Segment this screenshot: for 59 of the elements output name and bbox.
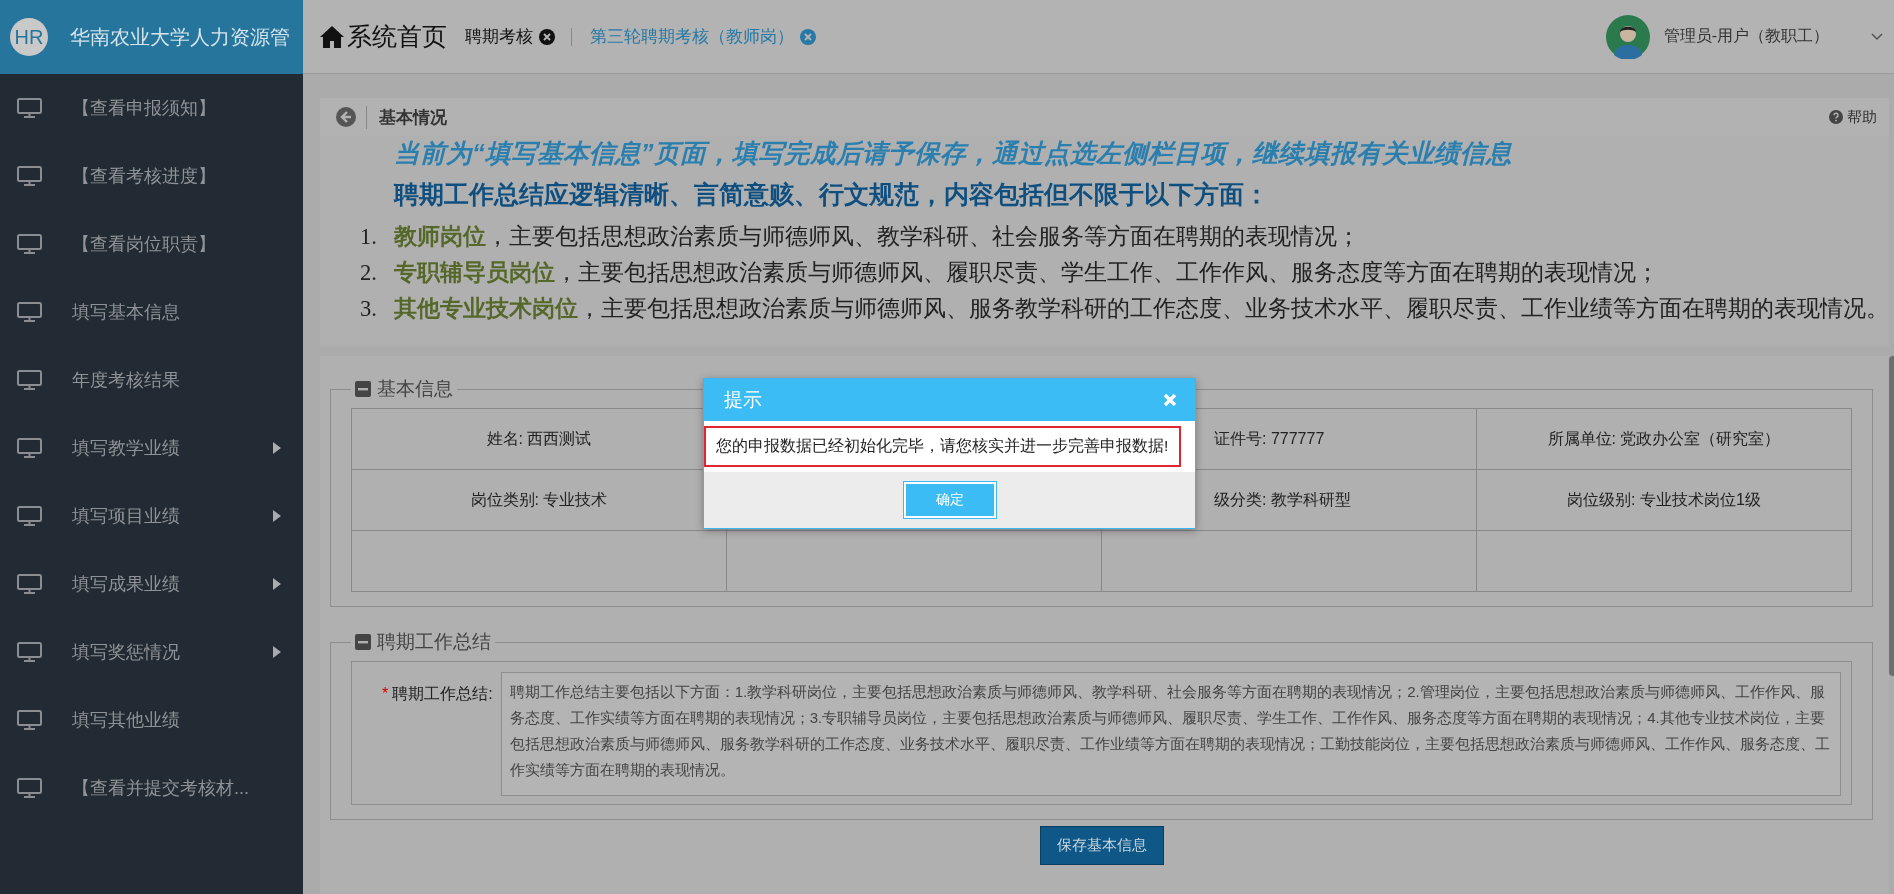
sidebar-item[interactable]: 填写奖惩情况 [0, 618, 303, 686]
caret-right-icon [273, 510, 281, 522]
sidebar-item[interactable]: 【查看申报须知】 [0, 74, 303, 142]
notice-heading: 聘期工作总结应逻辑清晰、言简意赅、行文规范，内容包括但不限于以下方面： [394, 180, 1270, 210]
required-mark: * [382, 685, 389, 702]
home-link[interactable]: 系统首页 [347, 20, 447, 53]
user-name[interactable]: 管理员-用户（教职工） [1663, 26, 1829, 47]
sidebar-item[interactable]: 填写项目业绩 [0, 482, 303, 550]
notice-item: 其他专业技术岗位，主要包括思想政治素质与师德师风、服务教学科研的工作态度、业务技术水平、履职尽责、工作业绩等方面在聘期的表现情况。 [394, 295, 1889, 323]
sidebar-item[interactable]: 填写基本信息 [0, 278, 303, 346]
sidebar-item[interactable]: 填写成果业绩 [0, 550, 303, 618]
table-cell: 岗位级别: 专业技术岗位1级 [1477, 470, 1852, 531]
list-number: 3. [360, 295, 378, 323]
notice-item: 教师岗位，主要包括思想政治素质与师德师风、教学科研、社会服务等方面在聘期的表现情况； [394, 223, 1360, 251]
section-title: 聘期工作总结 [377, 630, 491, 654]
home-icon[interactable] [319, 24, 345, 49]
monitor-icon [17, 506, 42, 526]
list-number: 2. [360, 259, 378, 287]
section-title: 基本信息 [377, 377, 453, 401]
collapse-icon[interactable] [355, 381, 371, 397]
monitor-icon [17, 710, 42, 730]
sidebar-item[interactable]: 年度考核结果 [0, 346, 303, 414]
dialog-message: 您的申报数据已经初始化完毕，请您核实并进一步完善申报数据! [704, 426, 1181, 467]
monitor-icon [17, 778, 42, 798]
app-title: 华南农业大学人力资源管 [70, 24, 290, 50]
page-title: 基本情况 [366, 105, 447, 129]
monitor-icon [17, 574, 42, 594]
field-label: * 聘期工作总结: [382, 684, 493, 704]
caret-right-icon [273, 646, 281, 658]
caret-right-icon [273, 578, 281, 590]
sidebar-item[interactable]: 【查看考核进度】 [0, 142, 303, 210]
dialog-title: 提示 [724, 388, 762, 412]
collapse-icon[interactable] [355, 634, 371, 650]
back-icon[interactable] [336, 107, 356, 127]
table-cell: 所属单位: 党政办公室（研究室） [1477, 409, 1852, 470]
close-icon[interactable] [539, 28, 555, 45]
monitor-icon [17, 166, 42, 186]
page-hint: 当前为“填写基本信息”页面，填写完成后请予保存，通过点选左侧栏目项，继续填报有关业绩信息 [394, 138, 1513, 169]
summary-field[interactable]: 聘期工作总结主要包括以下方面：1.教学科研岗位，主要包括思想政治素质与师德师风、教学科研、社会服务等方面在聘期的表现情况；2.管理岗位，主要包括思想政治素质与师德师风、工作作风、服务态度、工作实绩等方面在聘期的表现情况；3.专职辅导员岗位，主要包括思想政治素质与师德师风、履职尽责、学生工作、工作作风、服务态度等方面在聘期的表现情况；4.其他专业技术岗位，主要包括思想政治素质与师德师风、服务教学科研的工作态度、业务技术水平、履职尽责、工作业绩等方面在聘期的表现情况；工勤技能岗位，主要包括思想政治素质与师德师风、工作作风、服务态度、工作实绩等方面在聘期的表现情况。 [500, 672, 1841, 796]
notice-item: 专职辅导员岗位，主要包括思想政治素质与师德师风、履职尽责、学生工作、工作作风、服务态度等方面在聘期的表现情况； [394, 259, 1659, 287]
monitor-icon [17, 98, 42, 118]
monitor-icon [17, 302, 42, 322]
sidebar-item[interactable]: 填写其他业绩 [0, 686, 303, 754]
save-button[interactable]: 保存基本信息 [1039, 826, 1164, 865]
sidebar-item[interactable]: 【查看岗位职责】 [0, 210, 303, 278]
monitor-icon [17, 370, 42, 390]
caret-right-icon [273, 442, 281, 454]
sidebar-item[interactable]: 填写教学业绩 [0, 414, 303, 482]
help-link[interactable]: 帮助 [1847, 107, 1877, 127]
avatar-icon[interactable] [1605, 14, 1650, 59]
help-icon[interactable] [1829, 110, 1843, 124]
logo: HR [10, 18, 48, 56]
monitor-icon [17, 438, 42, 458]
monitor-icon [17, 234, 42, 254]
nav-tab[interactable]: 聘期考核 [465, 25, 555, 48]
list-number: 1. [360, 223, 378, 251]
sidebar-item[interactable]: 【查看并提交考核材... [0, 754, 303, 822]
chevron-down-icon[interactable] [1871, 32, 1883, 41]
monitor-icon [17, 642, 42, 662]
